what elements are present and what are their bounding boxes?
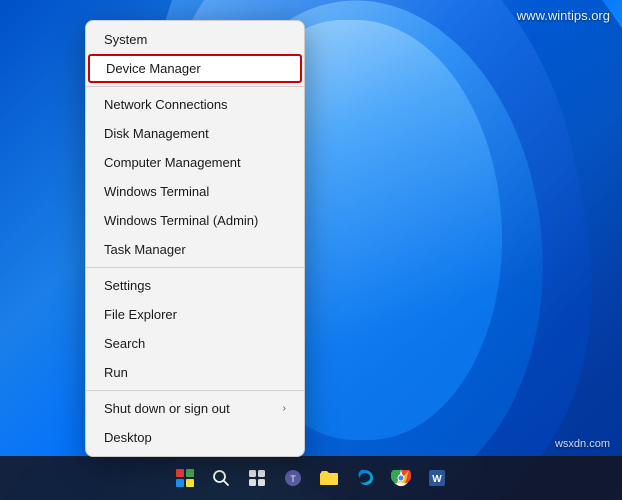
svg-text:T: T xyxy=(290,474,296,484)
chrome-button[interactable] xyxy=(385,462,417,494)
teams-button[interactable]: T xyxy=(277,462,309,494)
menu-item-device-manager[interactable]: Device Manager xyxy=(88,54,302,83)
taskview-button[interactable] xyxy=(241,462,273,494)
menu-separator xyxy=(86,267,304,268)
menu-item-disk-management[interactable]: Disk Management xyxy=(86,119,304,148)
menu-item-label: Search xyxy=(104,336,145,351)
start-button[interactable] xyxy=(169,462,201,494)
menu-item-windows-terminal-admin[interactable]: Windows Terminal (Admin) xyxy=(86,206,304,235)
menu-item-label: Desktop xyxy=(104,430,152,445)
word-button[interactable]: W xyxy=(421,462,453,494)
menu-item-shut-down-or-sign-out[interactable]: Shut down or sign out › xyxy=(86,394,304,423)
menu-separator xyxy=(86,86,304,87)
menu-item-label: System xyxy=(104,32,147,47)
menu-item-desktop[interactable]: Desktop xyxy=(86,423,304,452)
menu-item-label: Task Manager xyxy=(104,242,186,257)
menu-item-run[interactable]: Run xyxy=(86,358,304,387)
svg-text:W: W xyxy=(432,474,442,485)
menu-item-label: Settings xyxy=(104,278,151,293)
menu-item-label: Disk Management xyxy=(104,126,209,141)
menu-item-label: Shut down or sign out xyxy=(104,401,230,416)
menu-item-label: Computer Management xyxy=(104,155,241,170)
menu-item-search[interactable]: Search xyxy=(86,329,304,358)
menu-item-windows-terminal[interactable]: Windows Terminal xyxy=(86,177,304,206)
menu-item-system[interactable]: System xyxy=(86,25,304,54)
menu-separator xyxy=(86,390,304,391)
search-button[interactable] xyxy=(205,462,237,494)
menu-item-network-connections[interactable]: Network Connections xyxy=(86,90,304,119)
menu-item-settings[interactable]: Settings xyxy=(86,271,304,300)
menu-item-label: Run xyxy=(104,365,128,380)
menu-item-label: Windows Terminal xyxy=(104,184,209,199)
context-menu: System Device Manager Network Connections D… xyxy=(85,20,305,457)
watermark-top: www.wintips.org xyxy=(517,8,610,23)
menu-item-label: Network Connections xyxy=(104,97,228,112)
taskbar: T W xyxy=(0,456,622,500)
menu-item-file-explorer[interactable]: File Explorer xyxy=(86,300,304,329)
submenu-arrow-icon: › xyxy=(283,403,286,414)
menu-item-label: Device Manager xyxy=(106,61,201,76)
files-button[interactable] xyxy=(313,462,345,494)
watermark-bottom: wsxdn.com xyxy=(555,438,610,450)
menu-item-computer-management[interactable]: Computer Management xyxy=(86,148,304,177)
edge-button[interactable] xyxy=(349,462,381,494)
menu-item-task-manager[interactable]: Task Manager xyxy=(86,235,304,264)
menu-item-label: File Explorer xyxy=(104,307,177,322)
menu-item-label: Windows Terminal (Admin) xyxy=(104,213,258,228)
